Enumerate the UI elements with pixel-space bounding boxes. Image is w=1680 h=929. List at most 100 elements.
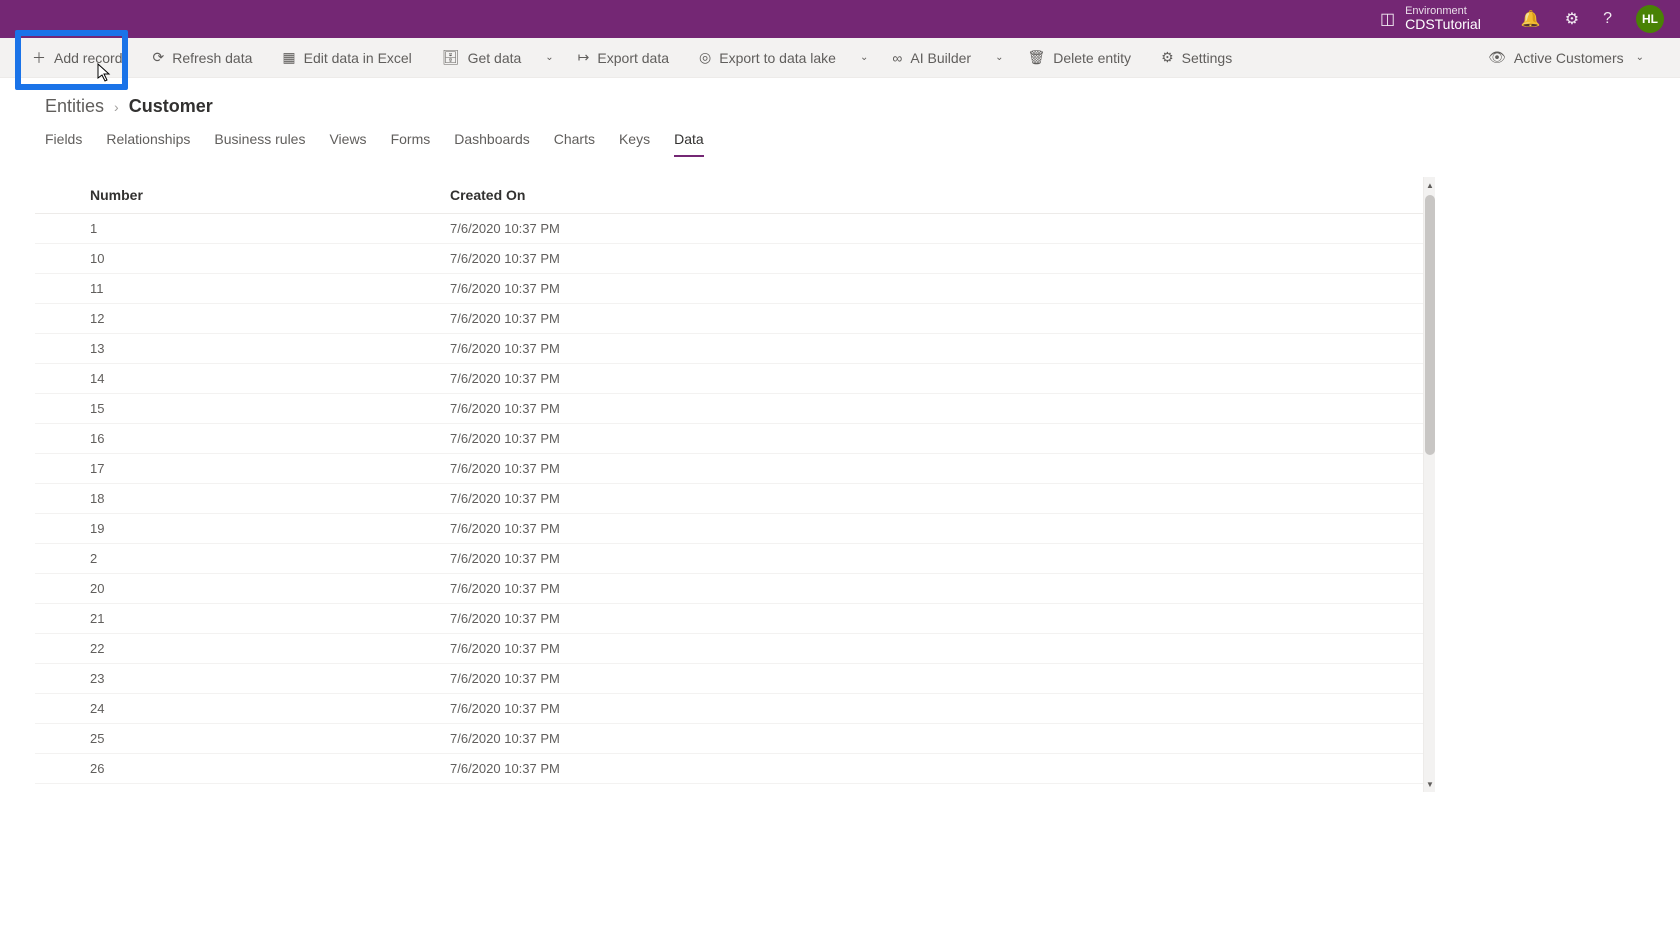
cell-created-on: 7/6/2020 10:37 PM bbox=[395, 544, 1435, 574]
get-data-button[interactable]: 🗄 Get data bbox=[432, 43, 531, 72]
edit-in-excel-button[interactable]: ▦ Edit data in Excel bbox=[272, 43, 421, 72]
table-row[interactable]: 117/6/2020 10:37 PM bbox=[35, 274, 1435, 304]
refresh-data-button[interactable]: ⟳ Refresh data bbox=[142, 43, 262, 72]
lake-icon: ◎ bbox=[699, 49, 711, 66]
cell-created-on: 7/6/2020 10:37 PM bbox=[395, 304, 1435, 334]
cell-number: 27 bbox=[35, 784, 395, 793]
get-data-label: Get data bbox=[468, 50, 522, 66]
cell-created-on: 7/6/2020 10:37 PM bbox=[395, 364, 1435, 394]
table-row[interactable]: 167/6/2020 10:37 PM bbox=[35, 424, 1435, 454]
top-header: ◫ Environment CDSTutorial 🔔 ⚙ ? HL bbox=[0, 0, 1680, 38]
avatar[interactable]: HL bbox=[1636, 5, 1664, 33]
cell-created-on: 7/6/2020 10:37 PM bbox=[395, 604, 1435, 634]
help-icon[interactable]: ? bbox=[1603, 10, 1612, 28]
chevron-right-icon: › bbox=[114, 99, 119, 115]
tab-views[interactable]: Views bbox=[329, 131, 366, 157]
table-row[interactable]: 137/6/2020 10:37 PM bbox=[35, 334, 1435, 364]
export-lake-button[interactable]: ◎ Export to data lake bbox=[689, 43, 846, 72]
cell-number: 19 bbox=[35, 514, 395, 544]
entity-tabs: Fields Relationships Business rules View… bbox=[0, 117, 1680, 157]
cell-created-on: 7/6/2020 10:37 PM bbox=[395, 334, 1435, 364]
cell-number: 20 bbox=[35, 574, 395, 604]
view-selector[interactable]: 👁 Active Customers ⌄ bbox=[1478, 40, 1658, 75]
environment-selector[interactable]: ◫ Environment CDSTutorial bbox=[1380, 5, 1481, 32]
add-record-button[interactable]: ＋ Add record bbox=[22, 42, 132, 74]
column-header-created-on[interactable]: Created On bbox=[395, 177, 1435, 214]
cell-created-on: 7/6/2020 10:37 PM bbox=[395, 244, 1435, 274]
cell-number: 2 bbox=[35, 544, 395, 574]
refresh-data-label: Refresh data bbox=[172, 50, 252, 66]
cell-created-on: 7/6/2020 10:37 PM bbox=[395, 394, 1435, 424]
breadcrumb: Entities › Customer bbox=[0, 78, 1680, 117]
tab-charts[interactable]: Charts bbox=[554, 131, 595, 157]
ai-builder-chevron-icon[interactable]: ⌄ bbox=[991, 46, 1007, 69]
cell-number: 12 bbox=[35, 304, 395, 334]
export-data-button[interactable]: ↦ Export data bbox=[568, 43, 679, 72]
tab-business-rules[interactable]: Business rules bbox=[214, 131, 305, 157]
plus-icon: ＋ bbox=[32, 48, 46, 68]
get-data-chevron-icon[interactable]: ⌄ bbox=[541, 46, 557, 69]
cell-number: 21 bbox=[35, 604, 395, 634]
tab-forms[interactable]: Forms bbox=[391, 131, 431, 157]
table-row[interactable]: 147/6/2020 10:37 PM bbox=[35, 364, 1435, 394]
settings-gear-icon[interactable]: ⚙ bbox=[1565, 9, 1579, 29]
share-icon: ∞ bbox=[892, 50, 902, 66]
cell-number: 1 bbox=[35, 214, 395, 244]
cell-number: 11 bbox=[35, 274, 395, 304]
cell-created-on: 7/6/2020 10:37 PM bbox=[395, 214, 1435, 244]
export-lake-label: Export to data lake bbox=[719, 50, 836, 66]
table-row[interactable]: 247/6/2020 10:37 PM bbox=[35, 694, 1435, 724]
export-data-label: Export data bbox=[597, 50, 669, 66]
cell-created-on: 7/6/2020 10:37 PM bbox=[395, 514, 1435, 544]
data-grid: Number Created On 17/6/2020 10:37 PM107/… bbox=[35, 177, 1435, 792]
ai-builder-button[interactable]: ∞ AI Builder bbox=[882, 44, 981, 72]
settings-button[interactable]: ⚙ Settings bbox=[1151, 43, 1242, 72]
breadcrumb-current: Customer bbox=[129, 96, 213, 117]
cell-number: 16 bbox=[35, 424, 395, 454]
table-row[interactable]: 197/6/2020 10:37 PM bbox=[35, 514, 1435, 544]
tab-relationships[interactable]: Relationships bbox=[106, 131, 190, 157]
tab-fields[interactable]: Fields bbox=[45, 131, 82, 157]
tab-dashboards[interactable]: Dashboards bbox=[454, 131, 530, 157]
cell-created-on: 7/6/2020 10:37 PM bbox=[395, 784, 1435, 793]
table-row[interactable]: 257/6/2020 10:37 PM bbox=[35, 724, 1435, 754]
table-row[interactable]: 237/6/2020 10:37 PM bbox=[35, 664, 1435, 694]
vertical-scrollbar[interactable]: ▲ ▼ bbox=[1423, 177, 1435, 792]
cell-created-on: 7/6/2020 10:37 PM bbox=[395, 454, 1435, 484]
table-row[interactable]: 227/6/2020 10:37 PM bbox=[35, 634, 1435, 664]
scrollbar-thumb[interactable] bbox=[1425, 195, 1435, 455]
delete-entity-label: Delete entity bbox=[1053, 50, 1131, 66]
chevron-down-icon: ⌄ bbox=[1632, 46, 1648, 69]
ai-builder-label: AI Builder bbox=[910, 50, 971, 66]
table-row[interactable]: 217/6/2020 10:37 PM bbox=[35, 604, 1435, 634]
table-row[interactable]: 267/6/2020 10:37 PM bbox=[35, 754, 1435, 784]
tab-keys[interactable]: Keys bbox=[619, 131, 650, 157]
table-row[interactable]: 177/6/2020 10:37 PM bbox=[35, 454, 1435, 484]
scroll-down-icon[interactable]: ▼ bbox=[1424, 778, 1435, 790]
table-row[interactable]: 17/6/2020 10:37 PM bbox=[35, 214, 1435, 244]
table-row[interactable]: 207/6/2020 10:37 PM bbox=[35, 574, 1435, 604]
delete-entity-button[interactable]: 🗑 Delete entity bbox=[1017, 43, 1141, 72]
table-row[interactable]: 157/6/2020 10:37 PM bbox=[35, 394, 1435, 424]
scroll-up-icon[interactable]: ▲ bbox=[1424, 179, 1435, 191]
cell-number: 23 bbox=[35, 664, 395, 694]
cell-number: 25 bbox=[35, 724, 395, 754]
cell-number: 17 bbox=[35, 454, 395, 484]
view-selector-label: Active Customers bbox=[1514, 50, 1624, 66]
tab-data[interactable]: Data bbox=[674, 131, 704, 157]
command-bar: ＋ Add record ⟳ Refresh data ▦ Edit data … bbox=[0, 38, 1680, 78]
table-row[interactable]: 127/6/2020 10:37 PM bbox=[35, 304, 1435, 334]
notifications-icon[interactable]: 🔔 bbox=[1521, 9, 1541, 29]
table-row[interactable]: 27/6/2020 10:37 PM bbox=[35, 544, 1435, 574]
environment-icon: ◫ bbox=[1380, 9, 1395, 29]
table-row[interactable]: 187/6/2020 10:37 PM bbox=[35, 484, 1435, 514]
cell-created-on: 7/6/2020 10:37 PM bbox=[395, 694, 1435, 724]
column-header-number[interactable]: Number bbox=[35, 177, 395, 214]
export-lake-chevron-icon[interactable]: ⌄ bbox=[856, 46, 872, 69]
export-icon: ↦ bbox=[578, 49, 590, 66]
settings-label: Settings bbox=[1182, 50, 1233, 66]
cell-number: 13 bbox=[35, 334, 395, 364]
breadcrumb-parent[interactable]: Entities bbox=[45, 96, 104, 117]
table-row[interactable]: 277/6/2020 10:37 PM bbox=[35, 784, 1435, 793]
table-row[interactable]: 107/6/2020 10:37 PM bbox=[35, 244, 1435, 274]
